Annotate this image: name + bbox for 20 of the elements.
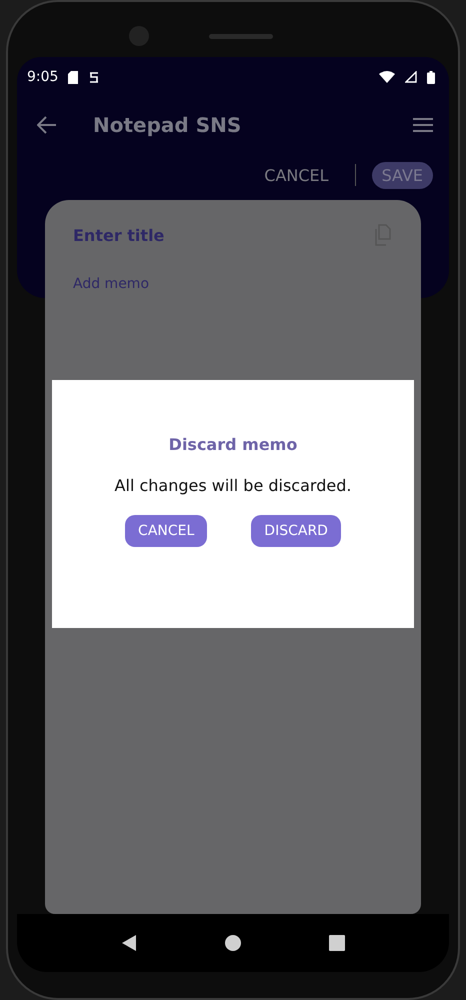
dialog-title: Discard memo xyxy=(168,435,298,454)
status-time: 9:05 xyxy=(27,69,58,85)
save-button[interactable]: SAVE xyxy=(372,162,433,188)
cancel-button[interactable]: CANCEL xyxy=(125,515,208,547)
signal-icon xyxy=(405,71,417,83)
app-title: Notepad SNS xyxy=(93,112,242,136)
discard-button[interactable]: DISCARD xyxy=(251,515,341,547)
cancel-button[interactable]: CANCEL xyxy=(254,162,339,188)
menu-icon[interactable] xyxy=(413,116,433,132)
memo-field[interactable]: Add memo xyxy=(73,276,393,292)
wifi-icon xyxy=(379,71,395,83)
battery-icon xyxy=(427,70,435,84)
home-icon[interactable] xyxy=(225,935,241,951)
back-icon[interactable] xyxy=(121,935,137,951)
title-field[interactable]: Enter title xyxy=(73,226,164,244)
back-arrow-icon[interactable] xyxy=(37,116,57,134)
speaker-drawing xyxy=(209,34,273,39)
dialog-message: All changes will be discarded. xyxy=(114,476,352,495)
notification-icon xyxy=(88,70,100,84)
sd-card-icon xyxy=(68,70,78,84)
